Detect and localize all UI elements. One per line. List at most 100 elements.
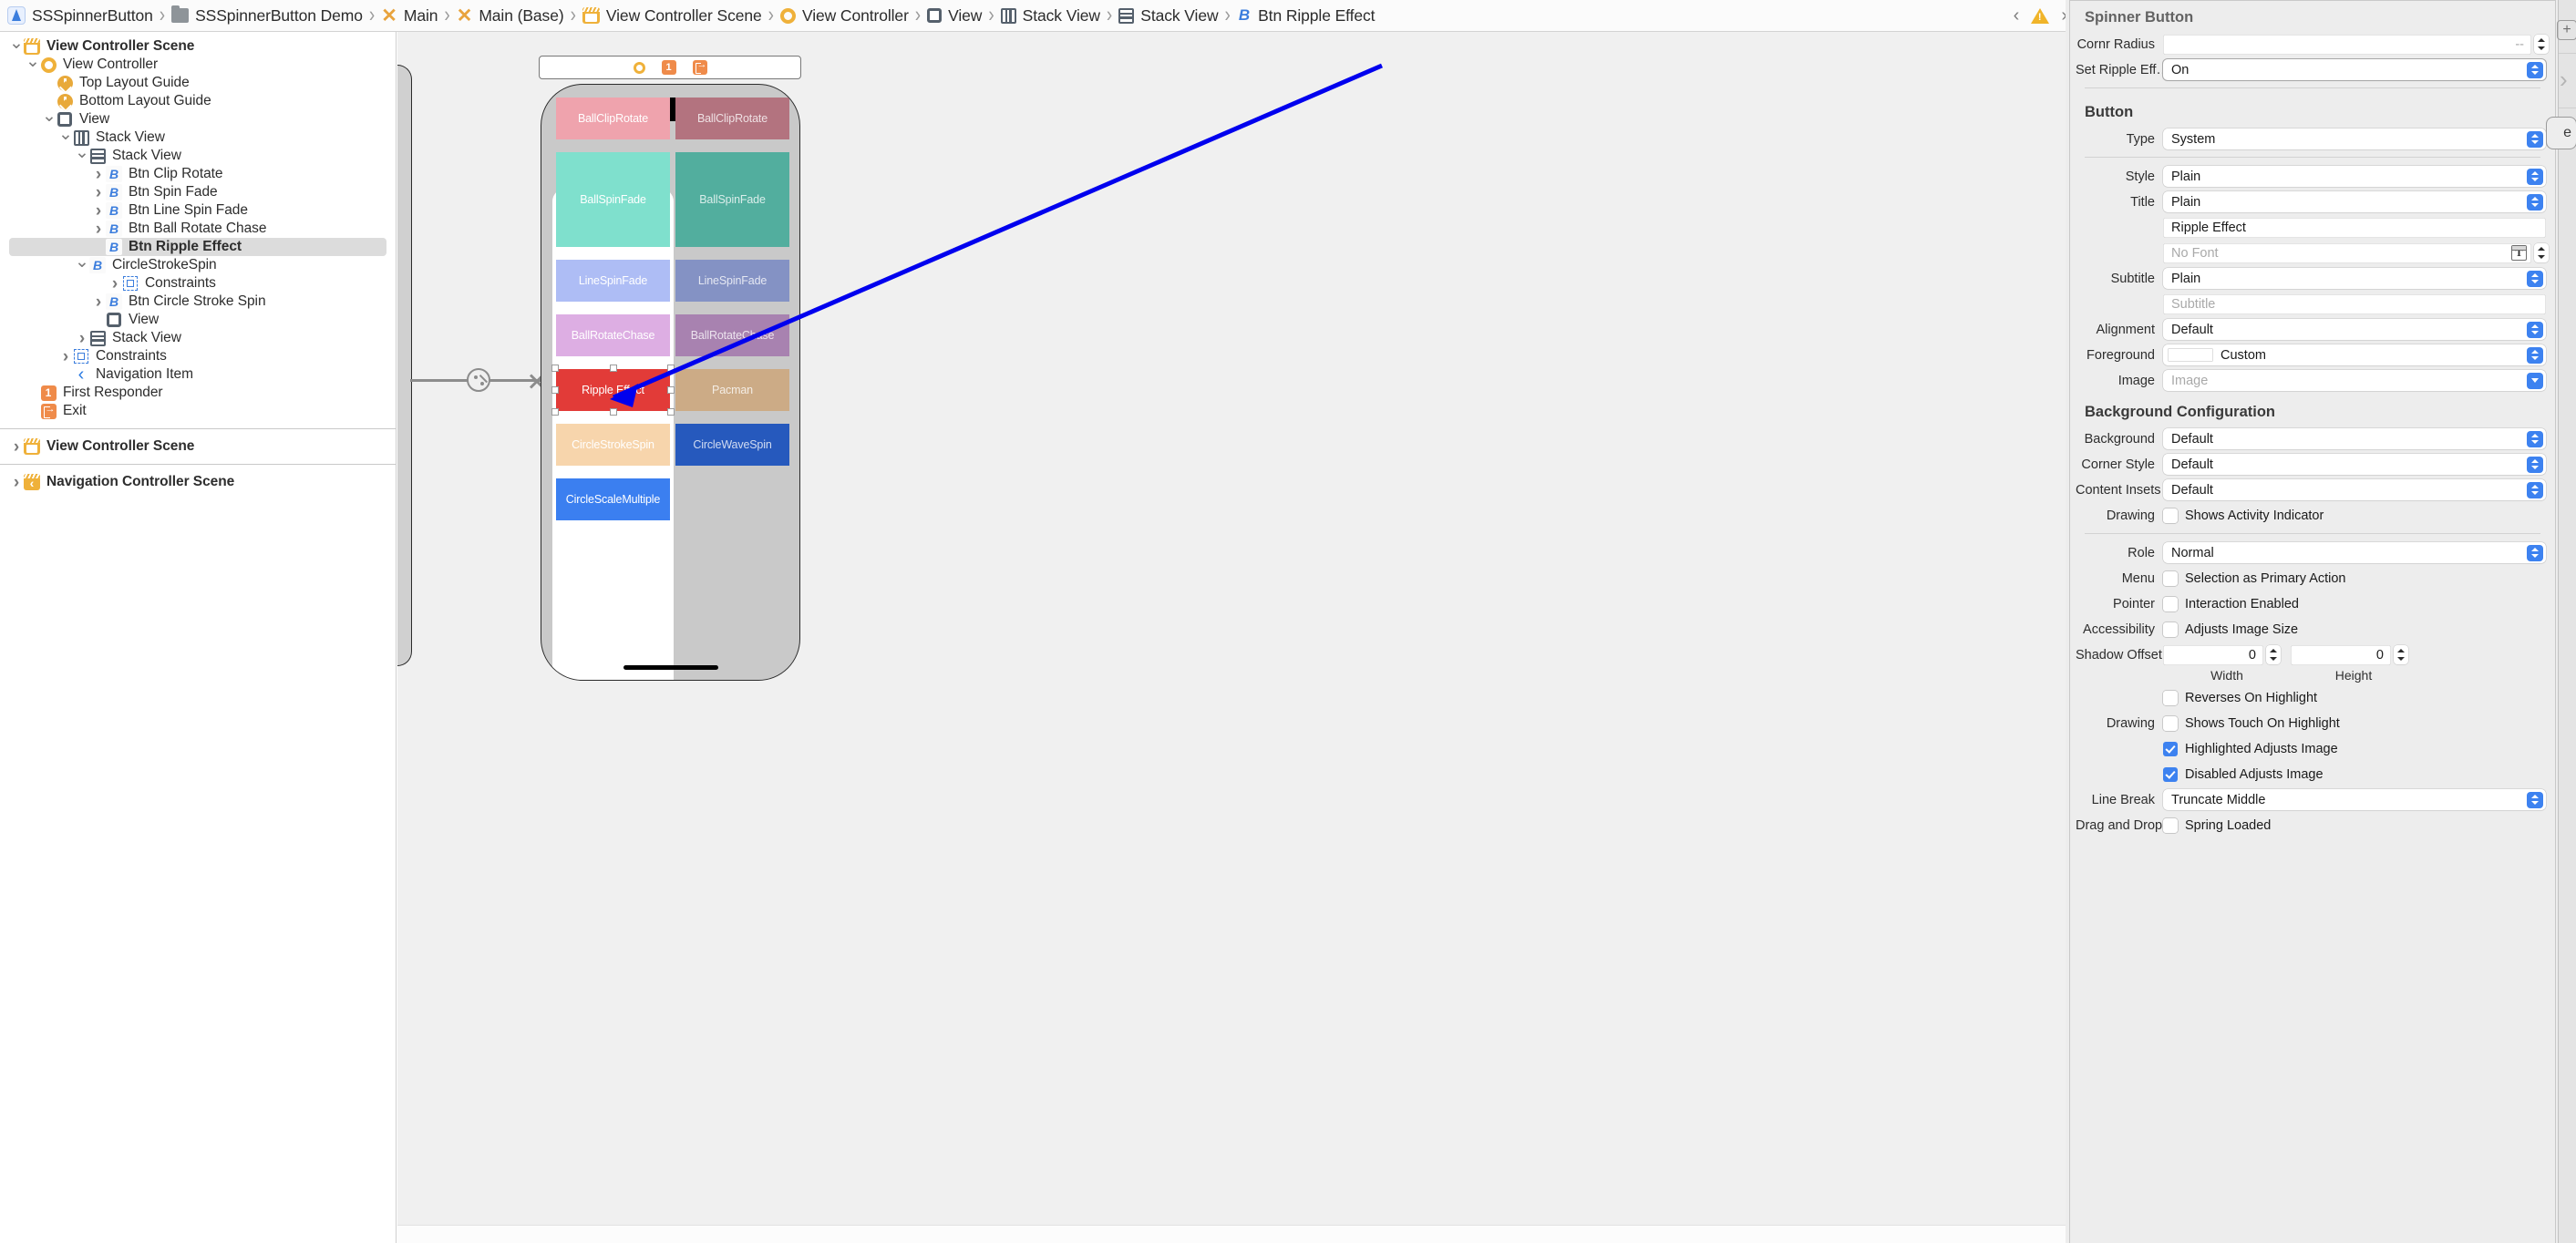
canvas-button-ballrotatechase[interactable]: BallRotateChase [556,314,670,356]
field-drawing-activity[interactable]: Drawing Shows Activity Indicator [2070,504,2555,527]
chevron-right-icon[interactable]: › [2560,66,2568,94]
chevron-down-icon[interactable] [42,111,57,128]
outline-row-stack-view[interactable]: Stack View [0,128,396,147]
chevron-updown-icon[interactable] [2527,346,2543,364]
outline-row-circlestrokespin[interactable]: B CircleStrokeSpin [0,256,396,274]
outline-row-top-layout-guide[interactable]: Top Layout Guide [0,74,396,92]
field-accessibility[interactable]: Accessibility Adjusts Image Size [2070,618,2555,641]
resize-handle-tc[interactable] [609,365,617,372]
exit-icon[interactable] [692,59,707,75]
interaction-enabled-checkbox[interactable] [2163,596,2178,611]
chevron-right-icon[interactable] [91,221,106,238]
subtitle-text-input[interactable]: Subtitle [2163,293,2546,314]
outline-row-navigation-item[interactable]: ‹ Navigation Item [0,365,396,384]
breadcrumb-item-project[interactable]: SSSpinnerButton [7,6,153,26]
outline-row-btn-ripple-effect[interactable]: B Btn Ripple Effect [9,238,386,256]
content-insets-select[interactable]: Default [2163,479,2546,500]
chevron-right-icon[interactable] [75,330,89,347]
font-size-stepper[interactable] [2534,243,2549,262]
breadcrumb-item-view[interactable]: View [927,6,982,26]
outline-row-bottom-layout-guide[interactable]: Bottom Layout Guide [0,92,396,110]
breadcrumb-item-scene[interactable]: View Controller Scene [582,6,762,26]
breadcrumb-item-view-controller[interactable]: View Controller [779,6,909,26]
chevron-updown-icon[interactable] [2527,130,2543,148]
field-subtitle-text[interactable]: Subtitle [2070,293,2555,315]
field-reverses-on-highlight[interactable]: Reverses On Highlight [2070,686,2555,709]
breadcrumb-item-main[interactable]: ✕ Main [381,6,438,26]
type-select[interactable]: System [2163,128,2546,149]
chevron-updown-icon[interactable] [2527,791,2543,808]
field-shows-touch-on-highlight[interactable]: Drawing Shows Touch On Highlight [2070,712,2555,734]
canvas-button-ballcliprotate[interactable]: BallClipRotate [556,98,670,139]
resize-handle-tl[interactable] [551,365,559,372]
adjusts-image-size-checkbox[interactable] [2163,622,2178,637]
chevron-updown-icon[interactable] [2527,481,2543,498]
outline-row-stack-view[interactable]: Stack View [0,329,396,347]
chevron-updown-icon[interactable] [2527,544,2543,561]
field-style[interactable]: Style Plain [2070,165,2555,188]
chevron-updown-icon[interactable] [2527,168,2543,185]
shows-activity-indicator-checkbox[interactable] [2163,508,2178,523]
breadcrumb-item-btn-ripple-effect[interactable]: B Btn Ripple Effect [1237,6,1376,26]
chevron-right-icon[interactable] [91,202,106,220]
first-responder-icon[interactable]: 1 [661,60,676,75]
outline-row-btn-line-spin-fade[interactable]: B Btn Line Spin Fade [0,201,396,220]
chevron-right-icon[interactable] [9,438,24,456]
chevron-right-icon[interactable] [9,474,24,491]
outline-scene-navigation-controller[interactable]: Navigation Controller Scene [0,473,396,491]
chevron-right-icon[interactable] [108,275,122,293]
highlighted-adjusts-image-checkbox[interactable] [2163,741,2178,756]
chevron-updown-icon[interactable] [2527,321,2543,338]
ripple-effect-select[interactable]: On [2163,59,2546,80]
field-image[interactable]: Image Image [2070,369,2555,392]
outline-scene-view-controller[interactable]: View Controller Scene [0,437,396,456]
clipped-control[interactable]: e [2546,117,2576,149]
outline-row-constraints[interactable]: Constraints [0,347,396,365]
outline-row-btn-circle-stroke-spin[interactable]: B Btn Circle Stroke Spin [0,293,396,311]
breadcrumb-item-stack-view-v[interactable]: Stack View [1118,6,1219,26]
outline-row-view-controller-scene[interactable]: View Controller Scene [0,37,396,56]
font-input[interactable]: No Font T [2163,242,2531,263]
canvas-button-circlewavespin[interactable]: CircleWaveSpin [675,424,789,466]
storyboard-canvas[interactable]: 1 BallClipRotate BallSpinFade LineSpinFade… [397,32,2066,1243]
outline-row-btn-clip-rotate[interactable]: B Btn Clip Rotate [0,165,396,183]
outline-row-stack-view[interactable]: Stack View [0,147,396,165]
canvas-button-linespinfade[interactable]: LineSpinFade [675,260,789,302]
field-disabled-adjusts-image[interactable]: Disabled Adjusts Image [2070,763,2555,786]
field-content-insets[interactable]: Content Insets Default [2070,478,2555,501]
disabled-adjusts-image-checkbox[interactable] [2163,766,2178,782]
chevron-updown-icon[interactable] [2527,193,2543,211]
resize-handle-tr[interactable] [667,365,675,372]
view-controller-icon[interactable] [633,61,645,74]
title-text-input[interactable]: Ripple Effect [2163,217,2546,238]
line-break-select[interactable]: Truncate Middle [2163,789,2546,810]
spring-loaded-checkbox[interactable] [2163,817,2178,833]
field-line-break[interactable]: Line Break Truncate Middle [2070,788,2555,811]
role-select[interactable]: Normal [2163,542,2546,563]
field-title-text[interactable]: Ripple Effect [2070,216,2555,239]
field-type[interactable]: Type System [2070,128,2555,150]
chevron-down-icon[interactable] [75,148,89,165]
field-corner-radius[interactable]: Cornr Radius -- [2070,33,2555,56]
image-select[interactable]: Image [2163,370,2546,391]
alignment-select[interactable]: Default [2163,319,2546,340]
field-menu[interactable]: Menu Selection as Primary Action [2070,567,2555,590]
document-outline[interactable]: View Controller Scene View Controller Top … [0,32,397,1243]
canvas-button-ballspinfade[interactable]: BallSpinFade [556,152,670,247]
outline-row-btn-spin-fade[interactable]: B Btn Spin Fade [0,183,396,201]
scene-dock[interactable]: 1 [539,56,801,79]
field-alignment[interactable]: Alignment Default [2070,318,2555,341]
breadcrumb-item-stack-view-h[interactable]: Stack View [1000,6,1100,26]
subtitle-select[interactable]: Plain [2163,268,2546,289]
chevron-updown-icon[interactable] [2527,61,2543,78]
outline-row-exit[interactable]: Exit [0,402,396,420]
chevron-down-icon[interactable] [26,56,40,74]
outline-row-view-controller[interactable]: View Controller [0,56,396,74]
chevron-updown-icon[interactable] [2527,430,2543,447]
segue-badge-icon[interactable] [467,368,490,392]
background-select[interactable]: Default [2163,428,2546,449]
outline-row-first-responder[interactable]: 1 First Responder [0,384,396,402]
canvas-button-ballcliprotate[interactable]: BallClipRotate [675,98,789,139]
field-title-font[interactable]: No Font T [2070,241,2555,264]
utility-strip[interactable]: + › e [2546,0,2576,1243]
